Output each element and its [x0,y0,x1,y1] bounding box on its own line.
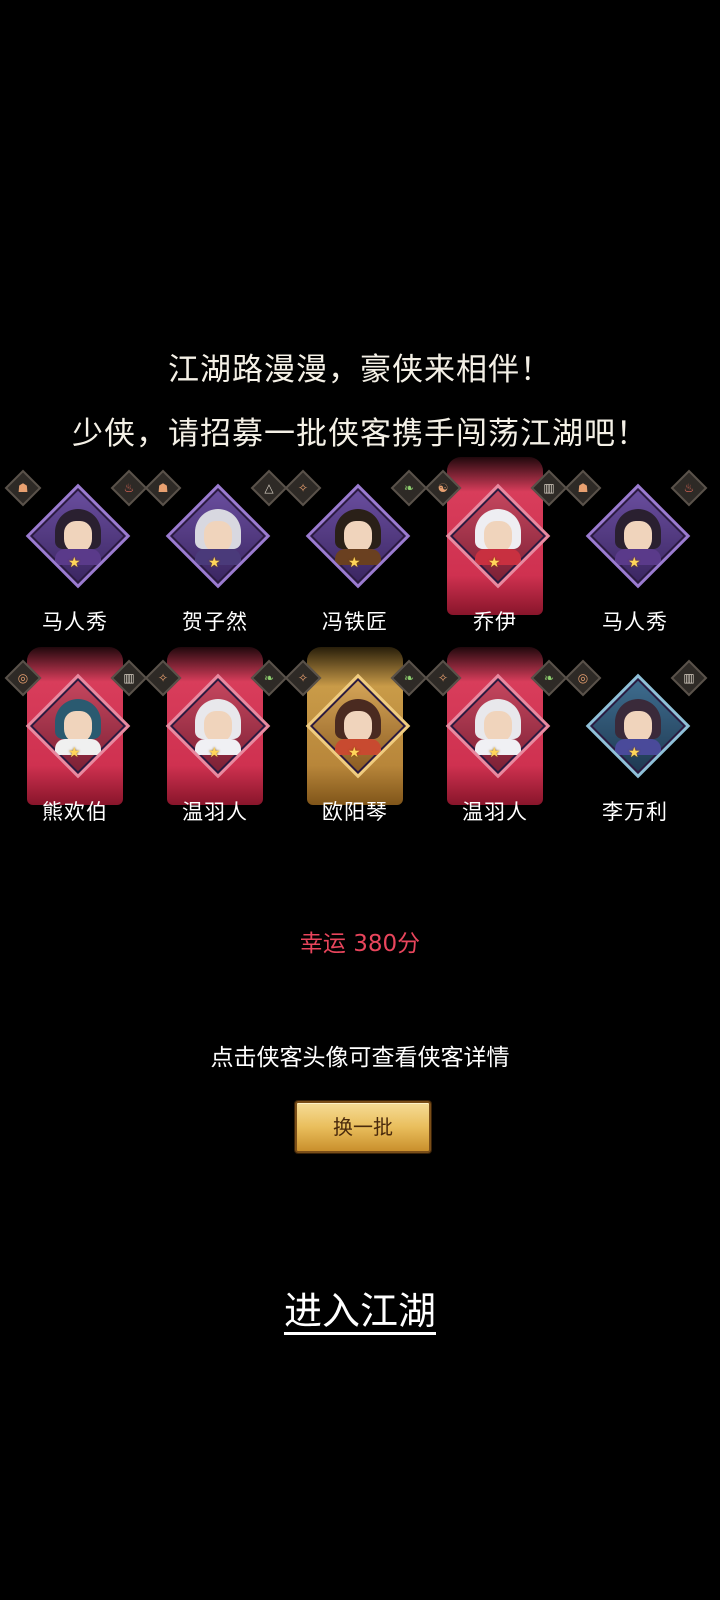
portrait-frame [25,673,131,779]
portrait-frame [165,673,271,779]
taiji-fist-icon-glyph: ✧ [297,481,309,495]
taiji-fist-icon-glyph: ✧ [157,671,169,685]
hero-row-1: ★ ☗ ♨ 马人秀 ★ ☗ △ 贺子然 ★ ✧ ❧ 冯铁匠 ★ ☯ ▥ 乔伊 ★ ☗ ♨ 马人秀 [0,455,720,655]
portrait-frame [585,483,691,589]
hero-card[interactable]: ★ ◎ ▥ 熊欢伯 [4,645,148,845]
hero-card[interactable]: ★ ☗ ♨ 马人秀 [564,455,708,655]
star-icon: ★ [488,745,501,761]
intro-line-2: 少侠，请招募一批侠客携手闯荡江湖吧！ [72,416,648,452]
hero-portrait[interactable]: ★ [445,483,551,589]
swap-batch-button[interactable]: 换一批 [295,1101,431,1153]
star-icon: ★ [488,555,501,571]
star-icon: ★ [348,745,361,761]
hero-name: 熊欢伯 [42,800,108,824]
hero-card[interactable]: ★ ☯ ▥ 乔伊 [424,455,568,655]
star-icon: ★ [68,745,81,761]
hero-portrait[interactable]: ★ [445,673,551,779]
star-icon: ★ [348,555,361,571]
hero-name: 李万利 [602,800,668,824]
flame-icon-glyph: ♨ [123,481,135,495]
hero-portrait[interactable]: ★ [305,483,411,589]
portrait-frame [585,673,691,779]
star-icon: ★ [208,745,221,761]
hero-card[interactable]: ★ ✧ ❧ 温羽人 [144,645,288,845]
hero-portrait[interactable]: ★ [585,483,691,589]
hero-name: 乔伊 [473,610,517,634]
hero-card[interactable]: ★ ☗ △ 贺子然 [144,455,288,655]
wall-icon-glyph: ▥ [543,481,555,495]
leaf-icon-glyph: ❧ [403,481,415,495]
hero-name: 冯铁匠 [322,610,388,634]
target-icon-glyph: ◎ [577,671,589,685]
hero-card[interactable]: ★ ◎ ▥ 李万利 [564,645,708,845]
taiji-fist-icon-glyph: ✧ [437,671,449,685]
fist-icon-glyph: ☗ [17,481,29,495]
intro-line-1: 江湖路漫漫，豪侠来相伴！ [168,352,552,388]
hero-row-2: ★ ◎ ▥ 熊欢伯 ★ ✧ ❧ 温羽人 ★ ✧ ❧ 欧阳琴 ★ ✧ ❧ 温羽人 ★ ◎ ▥ 李万利 [0,645,720,845]
portrait-frame [445,483,551,589]
wall-icon-glyph: ▥ [123,671,135,685]
hero-card[interactable]: ★ ✧ ❧ 欧阳琴 [284,645,428,845]
hero-name: 贺子然 [182,610,248,634]
star-icon: ★ [68,555,81,571]
portrait-frame [305,673,411,779]
hero-portrait[interactable]: ★ [25,673,131,779]
recruit-screen: 江湖路漫漫，豪侠来相伴！ 少侠，请招募一批侠客携手闯荡江湖吧！ ★ ☗ ♨ 马人秀 ★ ☗… [0,0,720,1600]
mountain-icon-glyph: △ [264,481,274,495]
hero-card[interactable]: ★ ✧ ❧ 冯铁匠 [284,455,428,655]
hero-name: 温羽人 [462,800,528,824]
hero-name: 欧阳琴 [322,800,388,824]
hero-portrait[interactable]: ★ [25,483,131,589]
flame-icon-glyph: ♨ [683,481,695,495]
enter-jianghu-button[interactable]: 进入江湖 [284,1289,436,1333]
leaf-icon-glyph: ❧ [403,671,415,685]
hero-portrait[interactable]: ★ [165,673,271,779]
star-icon: ★ [628,745,641,761]
portrait-frame [305,483,411,589]
portrait-frame [445,673,551,779]
yin-yang-icon-glyph: ☯ [437,481,449,495]
hero-portrait[interactable]: ★ [165,483,271,589]
target-icon-glyph: ◎ [17,671,29,685]
enter-jianghu-area: 进入江湖 [0,1280,720,1335]
portrait-frame [25,483,131,589]
hero-portrait[interactable]: ★ [305,673,411,779]
hero-portrait[interactable]: ★ [585,673,691,779]
hero-card[interactable]: ★ ☗ ♨ 马人秀 [4,455,148,655]
fist-icon-glyph: ☗ [157,481,169,495]
leaf-icon-glyph: ❧ [263,671,275,685]
leaf-icon-glyph: ❧ [543,671,555,685]
portrait-frame [165,483,271,589]
star-icon: ★ [208,555,221,571]
star-icon: ★ [628,555,641,571]
hero-name: 马人秀 [602,610,668,634]
hero-name: 马人秀 [42,610,108,634]
taiji-fist-icon-glyph: ✧ [297,671,309,685]
wall-icon-glyph: ▥ [683,671,695,685]
fist-icon-glyph: ☗ [577,481,589,495]
hero-name: 温羽人 [182,800,248,824]
hero-card[interactable]: ★ ✧ ❧ 温羽人 [424,645,568,845]
hint-text: 点击侠客头像可查看侠客详情 [210,1045,510,1071]
luck-score: 幸运 380分 [299,931,421,957]
